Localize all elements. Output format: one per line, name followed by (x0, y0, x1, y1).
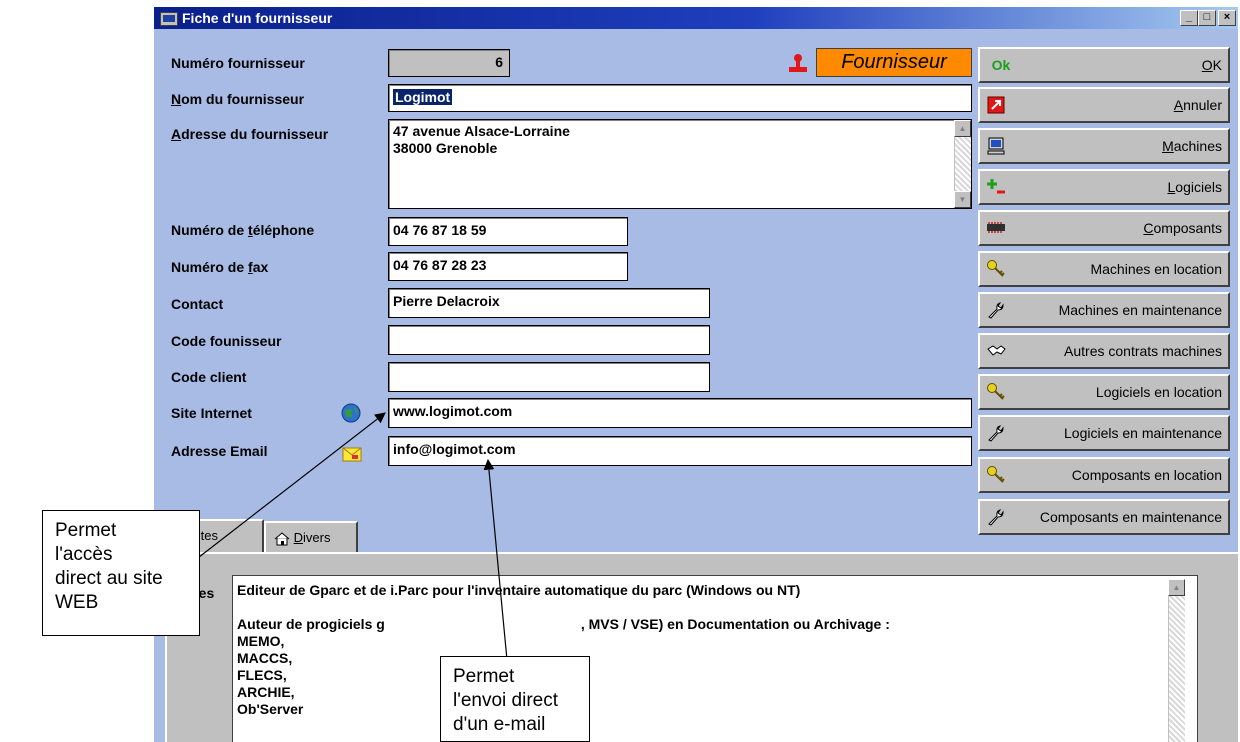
callout-web: Permet l'accès direct au site WEB (42, 510, 200, 636)
callout-mail: Permet l'envoi direct d'un e-mail (440, 656, 590, 742)
